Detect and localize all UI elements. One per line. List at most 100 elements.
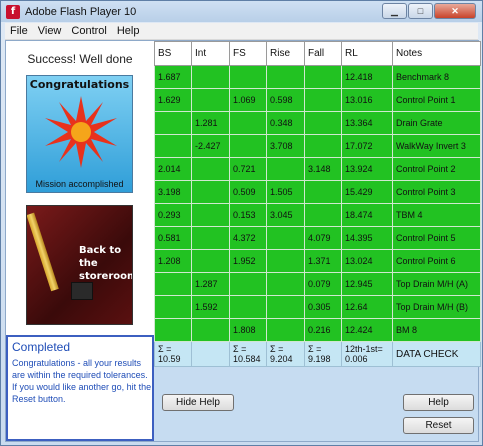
cell-rl[interactable]: 18.474 (341, 203, 393, 227)
cell-notes[interactable]: Control Point 5 (392, 226, 481, 250)
menu-file[interactable]: File (5, 25, 33, 37)
cell-fall[interactable] (304, 111, 342, 135)
cell-fall[interactable] (304, 203, 342, 227)
cell-bs[interactable]: 1.687 (154, 65, 192, 89)
cell-rise[interactable] (266, 318, 305, 342)
cell-bs[interactable] (154, 134, 192, 158)
cell-notes[interactable]: Control Point 3 (392, 180, 481, 204)
cell-fall[interactable]: 0.216 (304, 318, 342, 342)
cell-rl[interactable]: 14.395 (341, 226, 393, 250)
cell-rise[interactable] (266, 157, 305, 181)
cell-bs[interactable]: 3.198 (154, 180, 192, 204)
cell-fall[interactable]: 0.305 (304, 295, 342, 319)
cell-notes[interactable]: Top Drain M/H (B) (392, 295, 481, 319)
table-row: 1.287 0.079 12.945 Top Drain M/H (A) (154, 272, 481, 296)
cell-fs[interactable]: 1.808 (229, 318, 267, 342)
cell-int[interactable] (191, 180, 230, 204)
reset-button[interactable]: Reset (403, 417, 474, 434)
cell-bs[interactable]: 2.014 (154, 157, 192, 181)
cell-rise[interactable]: 0.598 (266, 88, 305, 112)
cell-int[interactable] (191, 203, 230, 227)
help-title: Completed (12, 340, 71, 354)
cell-int[interactable]: -2.427 (191, 134, 230, 158)
cell-fall[interactable]: 4.079 (304, 226, 342, 250)
cell-notes[interactable]: Drain Grate (392, 111, 481, 135)
cell-fs[interactable]: 1.952 (229, 249, 267, 273)
cell-int[interactable]: 1.281 (191, 111, 230, 135)
cell-rl[interactable]: 17.072 (341, 134, 393, 158)
cell-fs[interactable] (229, 134, 267, 158)
cell-rise[interactable] (266, 272, 305, 296)
cell-rise[interactable] (266, 65, 305, 89)
menu-help[interactable]: Help (112, 25, 145, 37)
cell-rise[interactable] (266, 226, 305, 250)
menu-view[interactable]: View (33, 25, 67, 37)
menu-control[interactable]: Control (66, 25, 111, 37)
cell-notes[interactable]: Benchmark 8 (392, 65, 481, 89)
data-check-label: DATA CHECK (392, 341, 481, 367)
cell-bs[interactable]: 1.629 (154, 88, 192, 112)
col-header-fall: Fall (304, 41, 342, 66)
cell-fall[interactable] (304, 88, 342, 112)
cell-fs[interactable] (229, 272, 267, 296)
cell-rl[interactable]: 12.424 (341, 318, 393, 342)
cell-notes[interactable]: TBM 4 (392, 203, 481, 227)
cell-rl[interactable]: 13.924 (341, 157, 393, 181)
cell-fs[interactable] (229, 111, 267, 135)
cell-bs[interactable] (154, 295, 192, 319)
hide-help-button[interactable]: Hide Help (162, 394, 234, 411)
cell-rl[interactable]: 15.429 (341, 180, 393, 204)
cell-fs[interactable]: 4.372 (229, 226, 267, 250)
cell-rise[interactable]: 1.505 (266, 180, 305, 204)
title-bar[interactable]: f Adobe Flash Player 10 ▁ □ ✕ (1, 1, 482, 22)
cell-fs[interactable] (229, 65, 267, 89)
cell-rl[interactable]: 13.364 (341, 111, 393, 135)
cell-rise[interactable] (266, 295, 305, 319)
cell-rl[interactable]: 12.945 (341, 272, 393, 296)
cell-rise[interactable]: 3.708 (266, 134, 305, 158)
cell-fall[interactable]: 0.079 (304, 272, 342, 296)
cell-fs[interactable]: 1.069 (229, 88, 267, 112)
cell-bs[interactable]: 0.293 (154, 203, 192, 227)
cell-rise[interactable] (266, 249, 305, 273)
minimize-button[interactable]: ▁ (382, 3, 407, 19)
cell-notes[interactable]: Top Drain M/H (A) (392, 272, 481, 296)
cell-int[interactable]: 1.592 (191, 295, 230, 319)
cell-notes[interactable]: Control Point 2 (392, 157, 481, 181)
cell-fall[interactable] (304, 180, 342, 204)
cell-rise[interactable]: 0.348 (266, 111, 305, 135)
cell-notes[interactable]: Control Point 6 (392, 249, 481, 273)
cell-bs[interactable] (154, 272, 192, 296)
cell-bs[interactable] (154, 111, 192, 135)
cell-bs[interactable] (154, 318, 192, 342)
cell-rl[interactable]: 13.016 (341, 88, 393, 112)
maximize-button[interactable]: □ (408, 3, 433, 19)
cell-int[interactable] (191, 249, 230, 273)
cell-int[interactable] (191, 88, 230, 112)
close-button[interactable]: ✕ (434, 3, 476, 19)
cell-int[interactable] (191, 157, 230, 181)
cell-bs[interactable]: 0.581 (154, 226, 192, 250)
cell-fall[interactable] (304, 65, 342, 89)
cell-bs[interactable]: 1.208 (154, 249, 192, 273)
cell-fs[interactable]: 0.721 (229, 157, 267, 181)
cell-fs[interactable]: 0.509 (229, 180, 267, 204)
cell-fall[interactable]: 1.371 (304, 249, 342, 273)
cell-rl[interactable]: 12.418 (341, 65, 393, 89)
cell-int[interactable] (191, 65, 230, 89)
cell-fall[interactable] (304, 134, 342, 158)
cell-fall[interactable]: 3.148 (304, 157, 342, 181)
cell-rise[interactable]: 3.045 (266, 203, 305, 227)
cell-int[interactable]: 1.287 (191, 272, 230, 296)
cell-fs[interactable]: 0.153 (229, 203, 267, 227)
cell-notes[interactable]: WalkWay Invert 3 (392, 134, 481, 158)
cell-notes[interactable]: BM 8 (392, 318, 481, 342)
cell-int[interactable] (191, 226, 230, 250)
cell-notes[interactable]: Control Point 1 (392, 88, 481, 112)
help-button[interactable]: Help (403, 394, 474, 411)
cell-fs[interactable] (229, 295, 267, 319)
table-row: 1.281 0.348 13.364 Drain Grate (154, 111, 481, 135)
cell-int[interactable] (191, 318, 230, 342)
cell-rl[interactable]: 12.64 (341, 295, 393, 319)
cell-rl[interactable]: 13.024 (341, 249, 393, 273)
